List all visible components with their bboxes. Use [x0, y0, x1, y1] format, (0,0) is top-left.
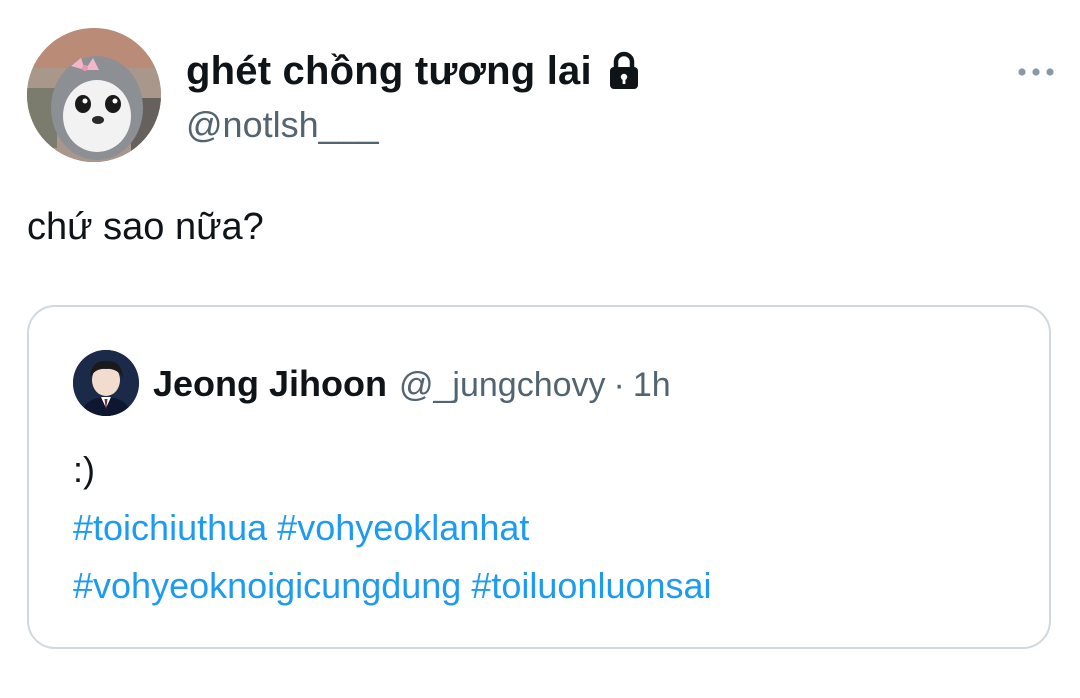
hashtag-link[interactable]: #toiluonluonsai: [471, 565, 711, 606]
hashtag-line: #vohyeoknoigicungdung #toiluonluonsai: [73, 557, 712, 615]
hashtag-line: #toichiuthua #vohyeoklanhat: [73, 499, 712, 557]
quoted-tweet-meta: @_jungchovy · 1h: [399, 366, 671, 405]
tweet: ghét chồng tương lai @notlsh___ chứ sao …: [0, 0, 1080, 698]
hashtag-link[interactable]: #vohyeoknoigicungdung: [73, 565, 461, 606]
author-handle[interactable]: @notlsh___: [186, 104, 379, 146]
quoted-tweet-body: :) #toichiuthua #vohyeoklanhat #vohyeokn…: [73, 441, 712, 615]
hashtag-link[interactable]: #toichiuthua: [73, 507, 267, 548]
hashtag-link[interactable]: #vohyeoklanhat: [277, 507, 529, 548]
quoted-author-name[interactable]: Jeong Jihoon: [153, 363, 387, 405]
quoted-tweet-text: :): [73, 449, 95, 490]
author-name-row: ghét chồng tương lai: [186, 46, 642, 96]
quoted-author-avatar[interactable]: [73, 350, 139, 416]
person-avatar-icon: [73, 350, 139, 416]
quoted-tweet-time[interactable]: 1h: [633, 366, 671, 405]
quoted-author-handle[interactable]: @_jungchovy: [399, 366, 606, 405]
quoted-tweet-header: Jeong Jihoon @_jungchovy · 1h: [153, 363, 671, 405]
quoted-tweet-card[interactable]: Jeong Jihoon @_jungchovy · 1h :) #toichi…: [27, 305, 1051, 649]
penguin-avatar-icon: [27, 28, 161, 162]
author-avatar[interactable]: [27, 28, 161, 162]
more-horizontal-icon[interactable]: [1016, 62, 1056, 82]
author-display-name[interactable]: ghét chồng tương lai: [186, 49, 592, 94]
tweet-text: chứ sao nữa?: [27, 206, 264, 248]
lock-icon: [606, 51, 642, 91]
meta-separator: ·: [613, 366, 625, 404]
